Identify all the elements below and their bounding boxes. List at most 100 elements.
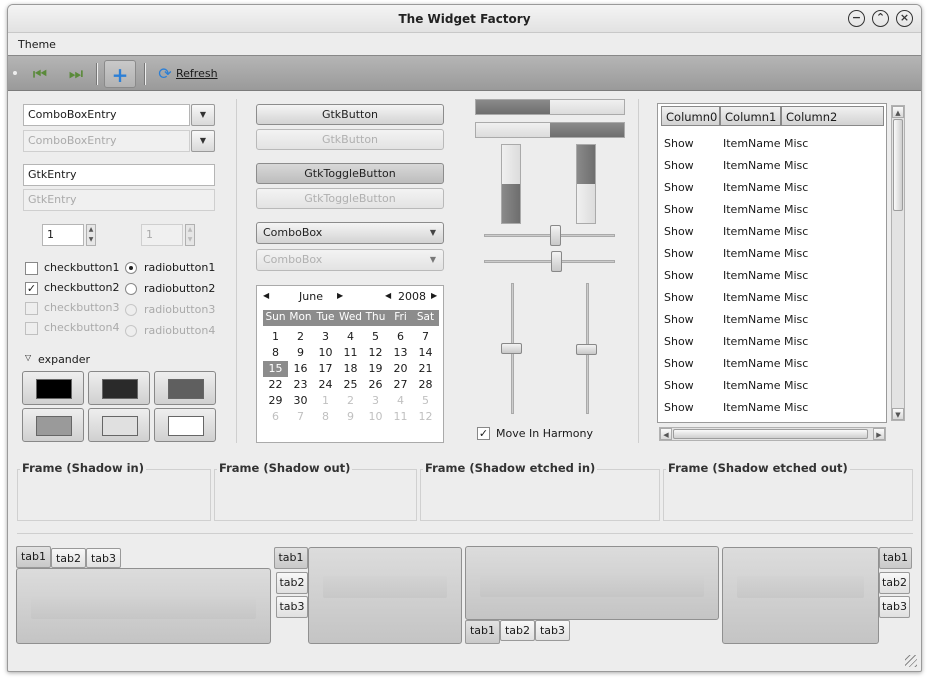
calendar-day[interactable]: 12 bbox=[363, 345, 388, 361]
vertical-scroll-thumb[interactable] bbox=[893, 119, 903, 211]
calendar-day[interactable]: 11 bbox=[388, 409, 413, 425]
calendar-day[interactable]: 5 bbox=[413, 393, 438, 409]
color-button-gray[interactable] bbox=[154, 371, 216, 405]
add-icon[interactable]: + bbox=[104, 60, 136, 88]
color-button-white[interactable] bbox=[154, 408, 216, 442]
combo-box[interactable]: ComboBox ▼ bbox=[256, 222, 444, 244]
color-button-black[interactable] bbox=[22, 371, 84, 405]
calendar-day[interactable]: 3 bbox=[313, 329, 338, 345]
tree-cell[interactable]: ItemName bbox=[723, 335, 781, 348]
tree-cell[interactable]: ItemName bbox=[723, 269, 781, 282]
color-button-mid[interactable] bbox=[22, 408, 84, 442]
tree-cell[interactable]: Misc bbox=[784, 159, 808, 172]
calendar-day[interactable]: 13 bbox=[388, 345, 413, 361]
combo-box-entry-dropdown[interactable]: ▼ bbox=[191, 104, 215, 126]
calendar-day[interactable]: 19 bbox=[363, 361, 388, 377]
next-month-icon[interactable]: ▶ bbox=[337, 291, 343, 300]
notebook3-tab2[interactable]: tab2 bbox=[500, 620, 535, 641]
horizontal-scale-2-slider[interactable] bbox=[551, 251, 562, 272]
tree-cell[interactable]: Show bbox=[664, 203, 694, 216]
gtk-button[interactable]: GtkButton bbox=[256, 104, 444, 125]
tree-cell[interactable]: Misc bbox=[784, 291, 808, 304]
horizontal-scale-1-slider[interactable] bbox=[550, 225, 561, 246]
tree-cell[interactable]: Show bbox=[664, 357, 694, 370]
tree-cell[interactable]: Misc bbox=[784, 269, 808, 282]
tree-cell[interactable]: Show bbox=[664, 401, 694, 414]
notebook3-tab1[interactable]: tab1 bbox=[465, 620, 500, 644]
gtk-entry[interactable]: GtkEntry bbox=[23, 164, 215, 186]
calendar-day[interactable]: 25 bbox=[338, 377, 363, 393]
tree-cell[interactable]: Show bbox=[664, 291, 694, 304]
scroll-up-icon[interactable]: ▲ bbox=[892, 106, 904, 118]
notebook4-tab3[interactable]: tab3 bbox=[879, 596, 910, 618]
tree-cell[interactable]: Misc bbox=[784, 137, 808, 150]
column-header-2[interactable]: Column2 bbox=[781, 106, 884, 126]
notebook3-tab3[interactable]: tab3 bbox=[535, 620, 570, 641]
tree-cell[interactable]: ItemName bbox=[723, 313, 781, 326]
tree-cell[interactable]: Misc bbox=[784, 357, 808, 370]
calendar-day[interactable]: 15 bbox=[263, 361, 288, 377]
calendar-day[interactable]: 7 bbox=[413, 329, 438, 345]
calendar-day[interactable]: 9 bbox=[288, 345, 313, 361]
tree-cell[interactable]: Show bbox=[664, 335, 694, 348]
tree-cell[interactable]: Show bbox=[664, 379, 694, 392]
calendar-day[interactable]: 26 bbox=[363, 377, 388, 393]
calendar-day[interactable]: 29 bbox=[263, 393, 288, 409]
vertical-scale-2-slider[interactable] bbox=[576, 344, 597, 355]
calendar-day[interactable]: 2 bbox=[338, 393, 363, 409]
spin-button[interactable]: 1 bbox=[42, 224, 84, 246]
calendar-day[interactable]: 6 bbox=[263, 409, 288, 425]
tree-cell[interactable]: Show bbox=[664, 247, 694, 260]
calendar-day[interactable]: 8 bbox=[313, 409, 338, 425]
tree-cell[interactable]: ItemName bbox=[723, 247, 781, 260]
calendar-day[interactable]: 5 bbox=[363, 329, 388, 345]
next-year-icon[interactable]: ▶ bbox=[431, 291, 437, 300]
tree-cell[interactable]: Show bbox=[664, 269, 694, 282]
spin-updown-icon[interactable]: ▲ ▼ bbox=[86, 224, 96, 246]
column-header-0[interactable]: Column0 bbox=[661, 106, 720, 126]
calendar-day[interactable]: 12 bbox=[413, 409, 438, 425]
notebook2-tab3[interactable]: tab3 bbox=[276, 596, 308, 618]
tree-cell[interactable]: ItemName bbox=[723, 379, 781, 392]
calendar-day[interactable]: 30 bbox=[288, 393, 313, 409]
tree-view[interactable]: Column0 Column1 Column2 Show ItemName Misc… bbox=[657, 103, 887, 423]
tree-cell[interactable]: ItemName bbox=[723, 137, 781, 150]
goto-last-icon[interactable]: ⏭ bbox=[64, 60, 88, 88]
calendar-day[interactable]: 10 bbox=[363, 409, 388, 425]
radiobutton1[interactable] bbox=[125, 262, 137, 274]
scroll-left-icon[interactable]: ◀ bbox=[660, 428, 672, 440]
tree-cell[interactable]: Misc bbox=[784, 379, 808, 392]
calendar-day[interactable]: 1 bbox=[263, 329, 288, 345]
tree-cell[interactable]: Misc bbox=[784, 181, 808, 194]
calendar-day[interactable]: 4 bbox=[388, 393, 413, 409]
notebook4-tab2[interactable]: tab2 bbox=[879, 572, 910, 594]
notebook2-tab1[interactable]: tab1 bbox=[274, 547, 308, 569]
notebook2-tab2[interactable]: tab2 bbox=[276, 572, 308, 594]
close-icon[interactable]: × bbox=[896, 10, 913, 27]
move-in-harmony-checkbox[interactable]: ✓ bbox=[477, 427, 490, 440]
color-button-light[interactable] bbox=[88, 408, 150, 442]
calendar-day[interactable]: 16 bbox=[288, 361, 313, 377]
tree-vertical-scrollbar[interactable]: ▲ ▼ bbox=[891, 105, 905, 421]
calendar-day[interactable]: 2 bbox=[288, 329, 313, 345]
combo-box-entry[interactable]: ComboBoxEntry bbox=[23, 104, 190, 126]
horizontal-scroll-thumb[interactable] bbox=[673, 429, 868, 439]
expander-label[interactable]: expander bbox=[38, 353, 90, 366]
calendar[interactable]: ◀ June ▶ ◀ 2008 ▶ 1 2 3 4 5 6 7 8 9 10 11 12 13 14 15 1… bbox=[256, 285, 444, 443]
tree-cell[interactable]: ItemName bbox=[723, 181, 781, 194]
tree-cell[interactable]: Show bbox=[664, 181, 694, 194]
calendar-day[interactable]: 22 bbox=[263, 377, 288, 393]
tree-cell[interactable]: Misc bbox=[784, 247, 808, 260]
notebook1-tab2[interactable]: tab2 bbox=[51, 548, 86, 568]
menu-theme[interactable]: Theme bbox=[18, 38, 56, 51]
gtk-toggle-button[interactable]: GtkToggleButton bbox=[256, 163, 444, 184]
calendar-day[interactable]: 20 bbox=[388, 361, 413, 377]
resize-grip-icon[interactable] bbox=[905, 655, 917, 667]
tree-cell[interactable]: Show bbox=[664, 313, 694, 326]
maximize-icon[interactable]: ⌃ bbox=[872, 10, 889, 27]
calendar-day[interactable]: 4 bbox=[338, 329, 363, 345]
tree-horizontal-scrollbar[interactable]: ◀ ▶ bbox=[659, 427, 886, 441]
tree-cell[interactable]: ItemName bbox=[723, 159, 781, 172]
tree-cell[interactable]: ItemName bbox=[723, 401, 781, 414]
tree-cell[interactable]: Misc bbox=[784, 401, 808, 414]
